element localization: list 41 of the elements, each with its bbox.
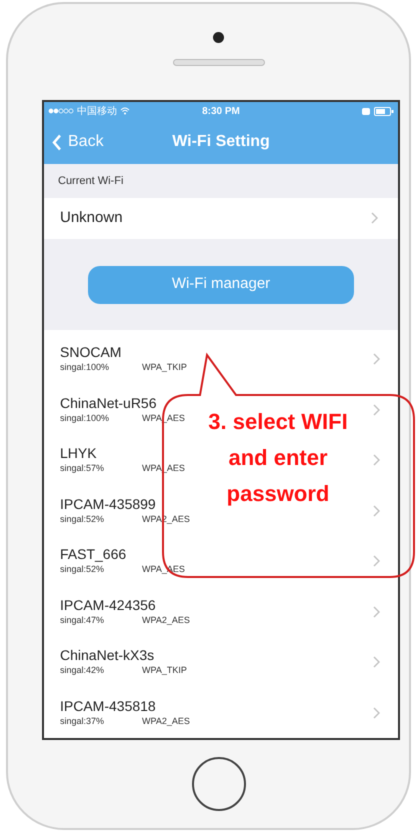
network-name[interactable]: IPCAM-424356 <box>60 596 190 614</box>
back-chevron-icon <box>52 134 62 150</box>
network-name[interactable]: LHYK <box>60 445 185 462</box>
chevron-right-icon <box>373 454 380 466</box>
section-header: Current Wi-Fi <box>58 174 124 189</box>
signal-strength: singal:52% <box>60 512 106 526</box>
chevron-right-icon <box>373 404 380 416</box>
chevron-right-icon <box>373 606 380 618</box>
chevron-right-icon <box>373 706 380 719</box>
security-type: WPA_TKIP <box>142 361 187 374</box>
current-wifi-value: Unknown <box>60 208 123 228</box>
home-button[interactable] <box>192 757 246 811</box>
network-name[interactable]: ChinaNet-uR56 <box>60 394 185 412</box>
security-type: WPA_TKIP <box>142 664 187 677</box>
screen-title: Wi-Fi Setting <box>172 132 270 152</box>
signal-strength: singal:100% <box>60 361 110 374</box>
chevron-right-icon <box>373 504 380 517</box>
wifi-icon <box>120 107 130 115</box>
signal-strength: singal:37% <box>60 714 106 728</box>
current-wifi-row[interactable]: Unknown <box>44 198 398 240</box>
chevron-right-icon <box>371 212 378 224</box>
security-type: WPA2_AES <box>142 714 190 728</box>
signal-strength: singal:42% <box>60 664 106 677</box>
network-name[interactable]: SNOCAM <box>60 344 187 361</box>
security-type: WPA2_AES <box>142 614 190 627</box>
callout-text: 3. select WIFI and enter password <box>207 408 349 508</box>
network-name[interactable]: IPCAM-435818 <box>60 698 190 714</box>
network-name[interactable]: IPCAM-435899 <box>60 496 190 512</box>
carrier-text: 中国移动 <box>77 104 117 118</box>
chevron-right-icon <box>373 656 380 668</box>
status-time: 8:30 PM <box>202 104 240 118</box>
signal-strength: singal:52% <box>60 563 106 576</box>
signal-strength: singal:100% <box>60 412 110 425</box>
signal-strength: singal:57% <box>60 462 106 475</box>
battery-icon <box>374 106 394 116</box>
signal-dots-icon <box>48 108 74 114</box>
chevron-right-icon <box>373 353 380 366</box>
signal-strength: singal:47% <box>60 614 106 627</box>
network-name[interactable]: ChinaNet-kX3s <box>60 647 187 664</box>
chevron-right-icon <box>373 555 380 568</box>
network-name[interactable]: FAST_666 <box>60 546 185 563</box>
